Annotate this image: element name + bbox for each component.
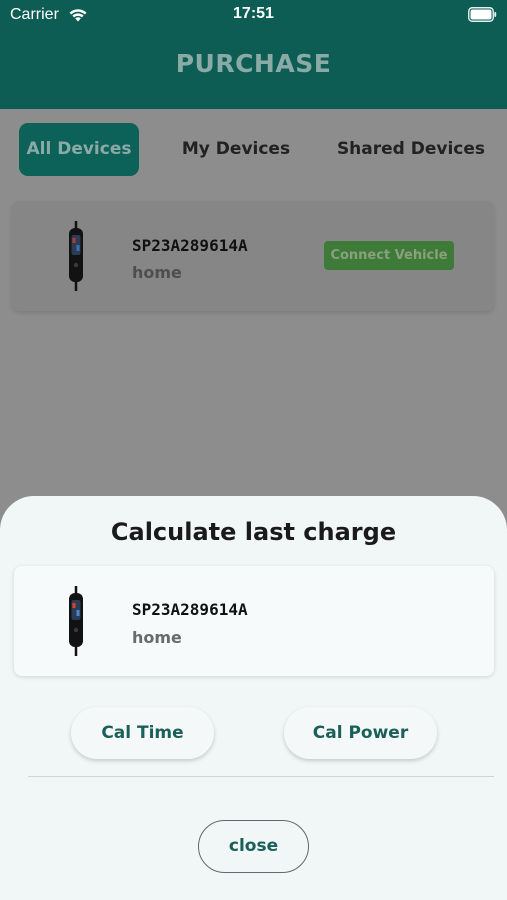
tab-shared-devices[interactable]: Shared Devices <box>336 123 486 176</box>
charger-device-icon <box>69 586 83 656</box>
tab-my-devices[interactable]: My Devices <box>175 123 297 176</box>
divider <box>28 776 494 777</box>
sheet-title: Calculate last charge <box>110 518 397 546</box>
battery-icon <box>468 7 497 22</box>
cal-power-button[interactable]: Cal Power <box>284 707 437 759</box>
device-id: SP23A289614A <box>132 236 248 255</box>
clock-label: 17:51 <box>233 5 274 22</box>
page-title: PURCHASE <box>175 49 332 78</box>
device-location: home <box>132 263 182 282</box>
status-bar: Carrier 17:51 <box>0 0 507 30</box>
connect-vehicle-button[interactable]: Connect Vehicle <box>324 241 454 270</box>
device-card[interactable]: SP23A289614A home Connect Vehicle <box>12 201 494 311</box>
sheet-device-id: SP23A289614A <box>132 600 248 619</box>
close-button[interactable]: close <box>198 820 309 873</box>
sheet-device-card: SP23A289614A home <box>14 566 494 676</box>
cal-time-button[interactable]: Cal Time <box>71 707 214 759</box>
app-header: Carrier 17:51 PURCHASE <box>0 0 507 109</box>
sheet-device-location: home <box>132 628 182 647</box>
calculate-sheet: Calculate last charge SP23A289614A home … <box>0 496 507 900</box>
charger-device-icon <box>69 221 83 291</box>
tab-all-devices[interactable]: All Devices <box>19 123 139 176</box>
